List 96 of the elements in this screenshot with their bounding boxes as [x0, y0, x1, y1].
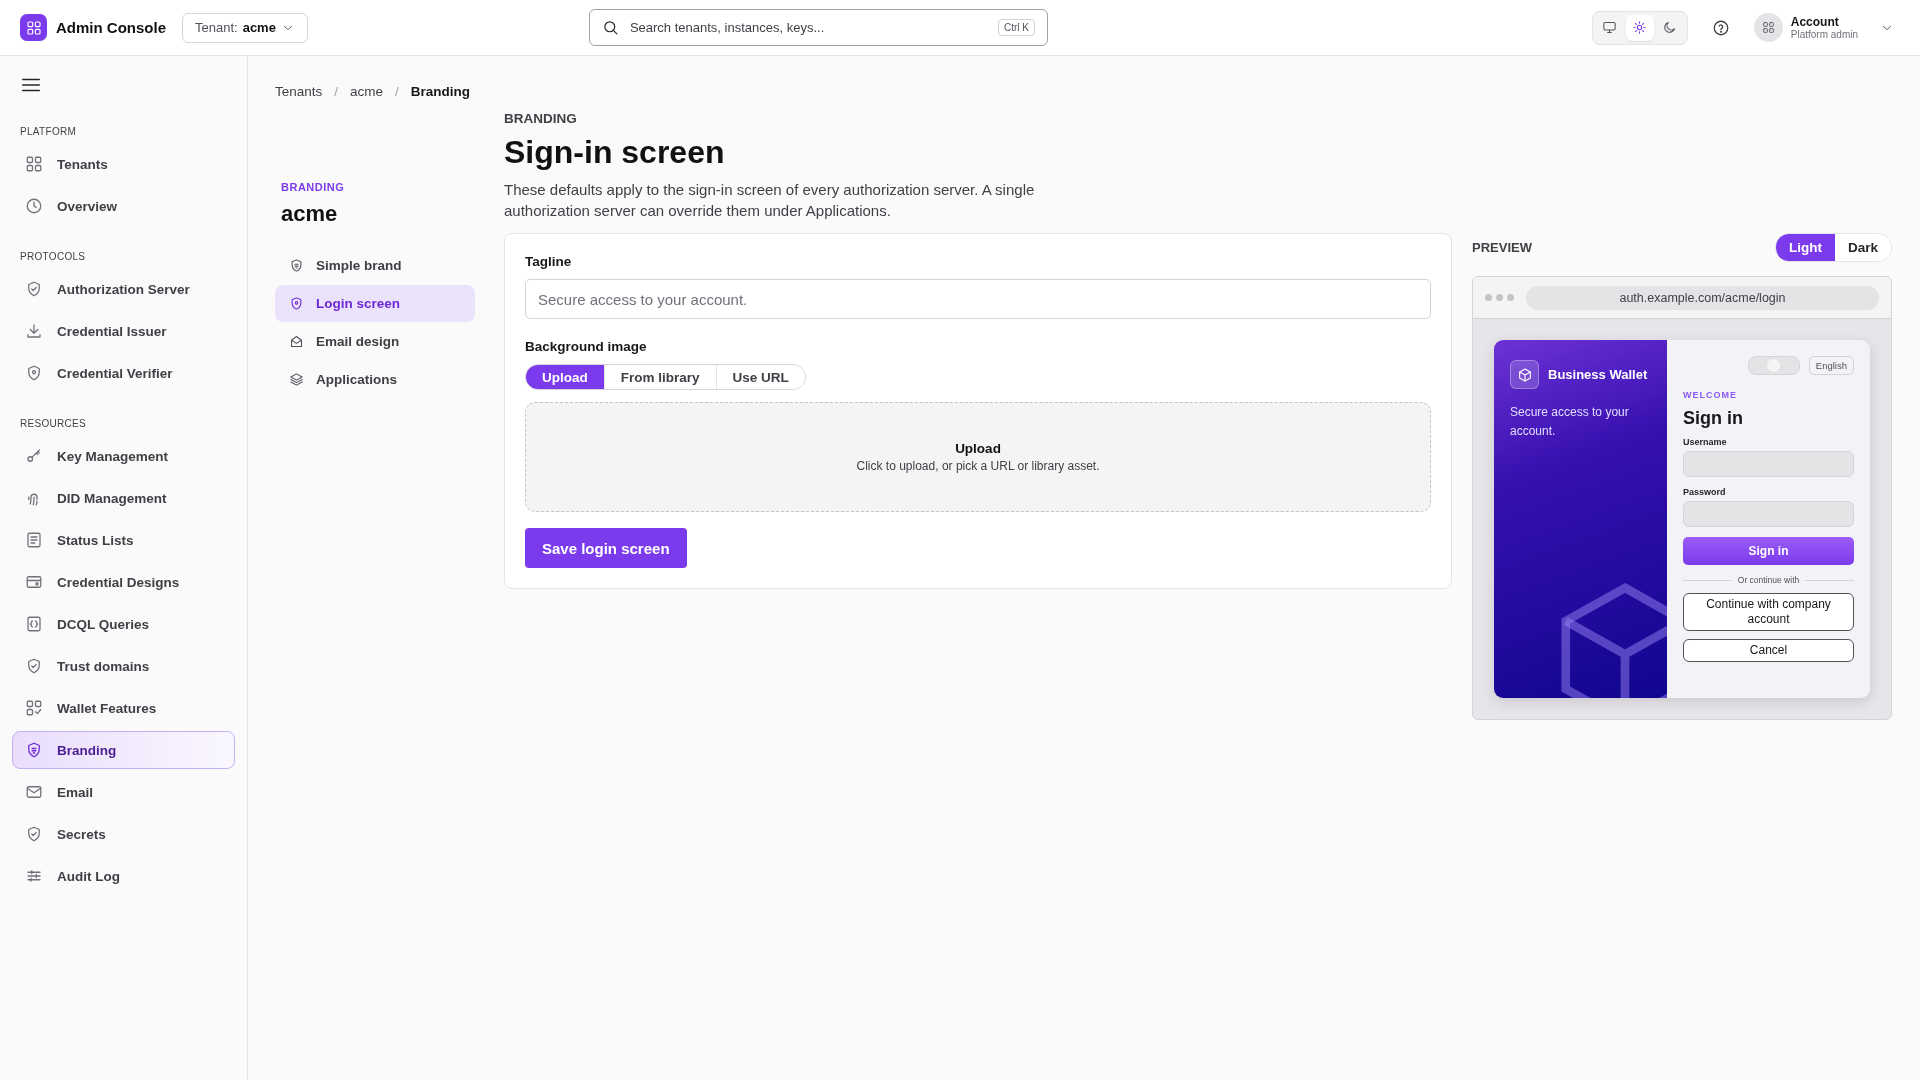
grid-icon — [25, 19, 42, 36]
password-field[interactable] — [1683, 501, 1854, 527]
breadcrumb-separator: / — [395, 84, 399, 99]
sidebar-item[interactable]: Secrets — [12, 815, 235, 853]
source-tab[interactable]: Upload — [526, 365, 604, 389]
language-select[interactable]: English — [1808, 356, 1854, 375]
sidebar-item[interactable]: Tenants — [12, 145, 235, 183]
subnav-item[interactable]: Login screen — [275, 285, 475, 322]
download-icon — [25, 322, 43, 340]
account-menu[interactable]: Account Platform admin — [1753, 13, 1894, 42]
sidebar-item[interactable]: DID Management — [12, 479, 235, 517]
sidebar-item[interactable]: Status Lists — [12, 521, 235, 559]
dropzone-title: Upload — [955, 441, 1001, 456]
shield-icon — [25, 364, 43, 382]
preview-heading: PREVIEW — [1472, 240, 1532, 255]
section-heading: PROTOCOLS — [19, 251, 87, 262]
shield-icon — [289, 296, 304, 311]
cube-icon — [1516, 366, 1533, 383]
field-label: Password — [1683, 487, 1727, 497]
breadcrumb-link[interactable]: Tenants — [275, 84, 323, 99]
section-eyebrow: BRANDING — [280, 181, 346, 193]
sliders-icon — [25, 867, 43, 885]
search-input[interactable]: Search tenants, instances, keys... — [627, 19, 989, 36]
grid-icon — [25, 155, 43, 173]
sign-in-button[interactable]: Sign in — [1683, 537, 1854, 565]
field-label: Background image — [525, 339, 648, 354]
sidebar-item[interactable]: Trust domains — [12, 647, 235, 685]
window-dots-icon — [1485, 294, 1514, 301]
sidebar-item[interactable]: DCQL Queries — [12, 605, 235, 643]
source-tab[interactable]: Use URL — [715, 365, 805, 389]
clock-icon — [25, 197, 43, 215]
sidebar-item[interactable]: Key Management — [12, 437, 235, 475]
brand-tagline: Secure access to your account. — [1510, 404, 1630, 440]
toggle-switch[interactable] — [1747, 356, 1800, 375]
username-field[interactable] — [1683, 451, 1854, 477]
tagline-field[interactable]: Secure access to your account. — [525, 279, 1431, 319]
card-icon — [25, 573, 43, 591]
sidebar-item[interactable]: Credential Verifier — [12, 354, 235, 392]
page-title: Sign-in screen — [504, 134, 726, 171]
mail-icon — [289, 334, 304, 349]
sign-in-heading: Sign in — [1683, 408, 1744, 429]
cancel-button[interactable]: Cancel — [1683, 639, 1854, 662]
braces-icon — [25, 615, 43, 633]
divider-text: Or continue with — [1737, 575, 1800, 585]
sun-icon — [1632, 20, 1648, 35]
app-title: Admin Console — [56, 19, 166, 36]
sidebar-item[interactable]: Credential Designs — [12, 563, 235, 601]
company-account-button[interactable]: Continue with company account — [1683, 593, 1854, 631]
sidebar-item[interactable]: Branding — [12, 731, 235, 769]
shortcut-badge: Ctrl K — [997, 19, 1035, 36]
dropzone-hint: Click to upload, or pick a URL or library asset. — [856, 459, 1100, 473]
sidebar-item[interactable]: Authorization Server — [12, 270, 235, 308]
grid-icon — [1761, 21, 1775, 34]
shield-icon — [25, 741, 43, 759]
page-description: These defaults apply to the sign-in screen of every authorization server. A single authorization server can override them under Applications. — [504, 180, 1036, 221]
save-button[interactable]: Save login screen — [525, 528, 687, 568]
address-bar: auth.example.com/acme/login — [1526, 285, 1879, 310]
section-heading: RESOURCES — [19, 418, 88, 429]
sidebar-item[interactable]: Overview — [12, 187, 235, 225]
welcome-label: WELCOME — [1683, 390, 1738, 400]
page-eyebrow: BRANDING — [504, 111, 578, 126]
field-label: Tagline — [525, 254, 573, 269]
shield-icon — [289, 258, 304, 273]
breadcrumb-link[interactable]: acme — [350, 84, 384, 99]
sidebar-item[interactable]: Wallet Features — [12, 689, 235, 727]
moon-icon — [1662, 20, 1678, 35]
shield-check-icon — [25, 825, 43, 843]
breadcrumb-current: Branding — [410, 84, 471, 99]
brand-name: Business Wallet — [1548, 367, 1648, 382]
sidebar-item[interactable]: Credential Issuer — [12, 312, 235, 350]
layers-icon — [289, 372, 304, 387]
breadcrumb-separator: / — [334, 84, 339, 99]
mail-icon — [25, 783, 43, 801]
subnav-item[interactable]: Simple brand — [275, 247, 475, 284]
tenant-select[interactable]: Tenant: acme — [182, 12, 308, 43]
field-label: Username — [1683, 437, 1728, 447]
section-heading: PLATFORM — [19, 126, 78, 137]
shield-check-icon — [25, 657, 43, 675]
search-field[interactable]: Search tenants, instances, keys... Ctrl K — [588, 9, 1048, 46]
search-icon — [601, 19, 619, 36]
upload-dropzone[interactable]: Upload Click to upload, or pick a URL or library asset. — [525, 402, 1431, 512]
sidebar-item[interactable]: Audit Log — [12, 857, 235, 895]
theme-button[interactable] — [1625, 14, 1654, 41]
sidebar-item[interactable]: Email — [12, 773, 235, 811]
monitor-icon — [1602, 20, 1618, 35]
subnav-item[interactable]: Applications — [275, 361, 475, 398]
shield-check-icon — [25, 280, 43, 298]
grid-check-icon — [25, 699, 43, 717]
mode-tab[interactable]: Light — [1775, 234, 1835, 261]
account-name: Account — [1790, 15, 1839, 29]
tenant-name: acme — [281, 201, 339, 227]
help-icon — [1711, 18, 1730, 37]
subnav-item[interactable]: Email design — [275, 323, 475, 360]
key-icon — [25, 447, 43, 465]
account-role: Platform admin — [1790, 29, 1858, 40]
document-icon — [25, 531, 43, 549]
